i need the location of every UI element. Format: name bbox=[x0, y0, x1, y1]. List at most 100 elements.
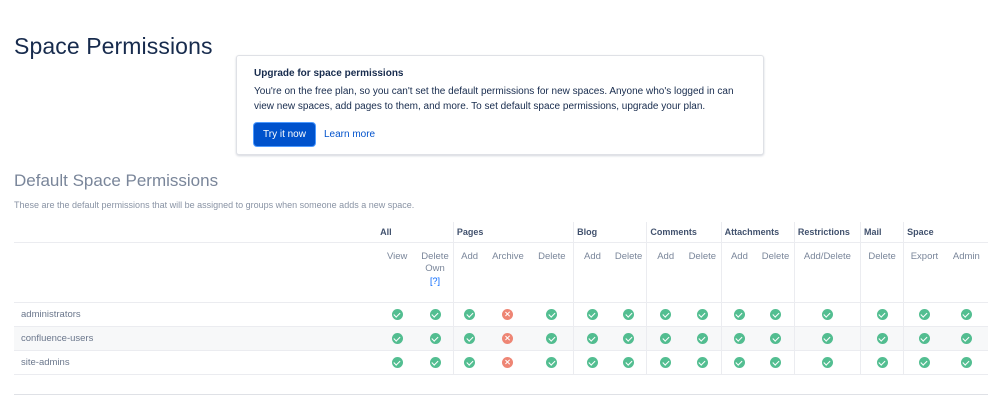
col-pages-archive: Archive bbox=[485, 242, 531, 303]
permission-cell bbox=[720, 350, 758, 375]
permission-cell bbox=[757, 302, 795, 327]
group-spacer bbox=[14, 222, 378, 243]
permission-cell bbox=[452, 350, 486, 375]
check-circle-icon bbox=[429, 356, 441, 368]
check-circle-icon bbox=[429, 308, 441, 320]
group-restrictions: Restrictions bbox=[793, 222, 861, 243]
group-name: confluence-users bbox=[14, 326, 378, 351]
group-all: All bbox=[377, 222, 454, 243]
check-circle-icon bbox=[696, 308, 708, 320]
check-circle-icon bbox=[960, 308, 972, 320]
delete-own-help-link[interactable]: [?] bbox=[417, 275, 453, 287]
permission-cell bbox=[417, 350, 454, 375]
permission-cell bbox=[720, 302, 758, 327]
permission-cell bbox=[452, 302, 486, 327]
permission-cell bbox=[757, 350, 795, 375]
check-circle-icon bbox=[696, 332, 708, 344]
permission-cell bbox=[903, 326, 945, 351]
group-name: site-admins bbox=[14, 350, 378, 375]
check-circle-icon bbox=[960, 332, 972, 344]
col-blog-add: Add bbox=[573, 242, 611, 303]
col-pages-add: Add bbox=[452, 242, 486, 303]
permission-cell bbox=[452, 326, 486, 351]
table-row: confluence-users bbox=[14, 326, 988, 351]
group-blog: Blog bbox=[573, 222, 647, 243]
footer-divider bbox=[14, 394, 988, 395]
check-circle-icon bbox=[546, 308, 558, 320]
permission-cell bbox=[530, 302, 574, 327]
table-row: site-admins bbox=[14, 350, 988, 375]
permission-cell bbox=[573, 302, 611, 327]
permissions-table: All Pages Blog Comments Attachments Rest… bbox=[14, 222, 988, 375]
check-circle-icon bbox=[918, 356, 930, 368]
check-circle-icon bbox=[660, 356, 672, 368]
permission-cell bbox=[377, 326, 418, 351]
upgrade-actions: Try it now Learn more bbox=[254, 123, 746, 146]
permission-cell bbox=[903, 350, 945, 375]
try-it-now-button[interactable]: Try it now bbox=[254, 123, 315, 146]
permission-cell bbox=[793, 302, 861, 327]
group-space: Space bbox=[903, 222, 988, 243]
check-circle-icon bbox=[876, 356, 888, 368]
check-circle-icon bbox=[696, 356, 708, 368]
cross-circle-icon bbox=[502, 356, 514, 368]
permission-cell bbox=[944, 326, 988, 351]
permission-cell bbox=[485, 326, 531, 351]
col-all-delete-own: Delete Own [?] bbox=[417, 242, 454, 303]
permission-cell bbox=[646, 302, 684, 327]
group-pages: Pages bbox=[452, 222, 574, 243]
check-circle-icon bbox=[770, 356, 782, 368]
permission-cell bbox=[646, 350, 684, 375]
check-circle-icon bbox=[391, 308, 403, 320]
check-circle-icon bbox=[623, 332, 635, 344]
group-attachments: Attachments bbox=[720, 222, 795, 243]
permission-cell bbox=[530, 326, 574, 351]
col-comments-delete: Delete bbox=[683, 242, 722, 303]
permission-cell bbox=[683, 326, 722, 351]
check-circle-icon bbox=[770, 308, 782, 320]
permission-cell bbox=[793, 350, 861, 375]
permission-cell bbox=[485, 302, 531, 327]
learn-more-link[interactable]: Learn more bbox=[324, 129, 375, 140]
check-circle-icon bbox=[429, 332, 441, 344]
column-header-row: View Delete Own [?] Add Archive Delete A… bbox=[14, 242, 988, 303]
check-circle-icon bbox=[464, 332, 476, 344]
permission-cell bbox=[860, 350, 904, 375]
upgrade-title: Upgrade for space permissions bbox=[254, 68, 404, 79]
permission-cell bbox=[377, 302, 418, 327]
col-pages-delete: Delete bbox=[530, 242, 574, 303]
page-title: Space Permissions bbox=[14, 33, 213, 60]
check-circle-icon bbox=[733, 308, 745, 320]
name-column-header bbox=[14, 242, 378, 303]
permission-cell bbox=[944, 302, 988, 327]
check-circle-icon bbox=[821, 308, 833, 320]
col-all-view: View bbox=[377, 242, 418, 303]
permission-cell bbox=[610, 302, 647, 327]
col-blog-delete: Delete bbox=[610, 242, 647, 303]
permission-cell bbox=[485, 350, 531, 375]
permission-cell bbox=[646, 326, 684, 351]
check-circle-icon bbox=[391, 332, 403, 344]
check-circle-icon bbox=[464, 308, 476, 320]
col-comments-add: Add bbox=[646, 242, 684, 303]
section-title: Default Space Permissions bbox=[14, 171, 219, 190]
permission-cell bbox=[610, 350, 647, 375]
group-header-row: All Pages Blog Comments Attachments Rest… bbox=[14, 222, 988, 243]
upgrade-description: You're on the free plan, so you can't se… bbox=[254, 86, 734, 112]
check-circle-icon bbox=[660, 308, 672, 320]
check-circle-icon bbox=[546, 332, 558, 344]
permission-cell bbox=[610, 326, 647, 351]
section-description: These are the default permissions that w… bbox=[14, 200, 415, 210]
check-circle-icon bbox=[586, 356, 598, 368]
check-circle-icon bbox=[586, 332, 598, 344]
check-circle-icon bbox=[623, 356, 635, 368]
permission-cell bbox=[573, 350, 611, 375]
cross-circle-icon bbox=[502, 332, 514, 344]
permission-cell bbox=[377, 350, 418, 375]
permission-cell bbox=[720, 326, 758, 351]
check-circle-icon bbox=[918, 332, 930, 344]
check-circle-icon bbox=[733, 356, 745, 368]
group-name: administrators bbox=[14, 302, 378, 327]
permission-cell bbox=[860, 302, 904, 327]
col-mail-delete: Delete bbox=[860, 242, 904, 303]
